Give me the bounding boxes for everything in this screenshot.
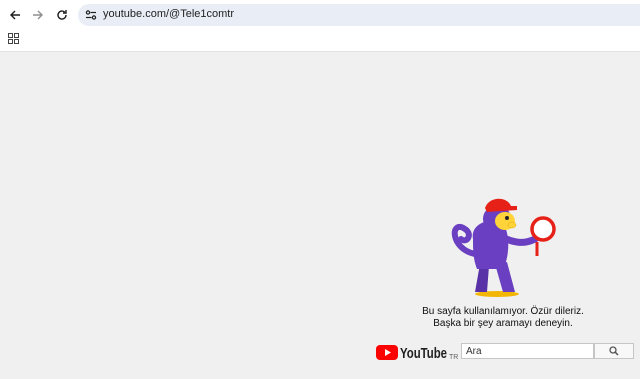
svg-text:YouTube: YouTube xyxy=(400,345,447,361)
forward-arrow-icon xyxy=(33,10,43,20)
reload-icon xyxy=(57,10,67,20)
browser-toolbar: youtube.com/@Tele1comtr xyxy=(0,0,640,30)
search-box xyxy=(461,343,594,359)
search-input[interactable] xyxy=(462,344,593,358)
country-code: TR xyxy=(449,354,459,361)
url-text[interactable]: youtube.com/@Tele1comtr xyxy=(103,8,234,20)
apps-grid-icon[interactable] xyxy=(8,33,19,44)
reload-button[interactable] xyxy=(52,5,72,25)
youtube-logo[interactable]: YouTube xyxy=(376,343,448,361)
site-settings-icon[interactable] xyxy=(84,8,98,22)
search-button[interactable] xyxy=(594,343,634,359)
address-bar[interactable]: youtube.com/@Tele1comtr xyxy=(78,4,640,26)
bookmarks-bar xyxy=(0,30,640,52)
magnifier-icon xyxy=(609,346,619,356)
monkey-illustration xyxy=(451,198,556,297)
error-message-line2: Başka bir şey aramayı deneyin. xyxy=(433,318,573,329)
forward-button[interactable] xyxy=(28,5,48,25)
error-message-line1: Bu sayfa kullanılamıyor. Özür dileriz. xyxy=(422,306,584,317)
back-arrow-icon xyxy=(10,10,20,20)
back-button[interactable] xyxy=(5,5,25,25)
